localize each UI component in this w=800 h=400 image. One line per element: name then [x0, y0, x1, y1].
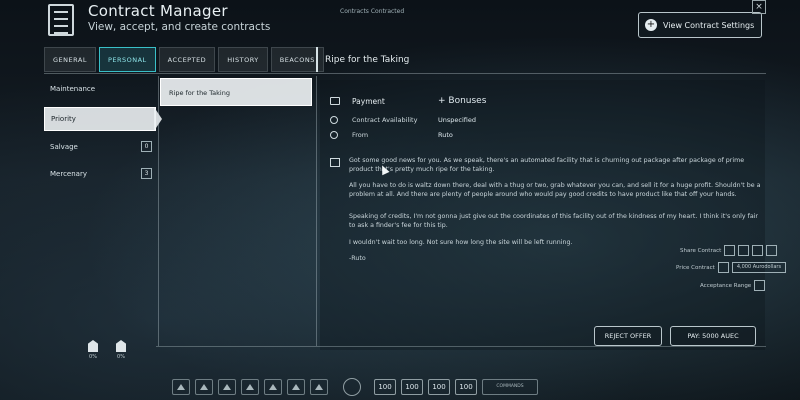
message-icon	[330, 158, 340, 167]
toolbar-icon[interactable]	[195, 379, 213, 395]
sidebar-item-mercenary[interactable]: Mercenary 3	[44, 162, 156, 186]
pay-button[interactable]: PAY: 5000 AUEC	[670, 326, 756, 346]
reject-offer-button[interactable]: REJECT OFFER	[594, 326, 662, 346]
subheader-divider	[316, 47, 318, 72]
availability-row: Contract Availability Unspecified	[330, 116, 476, 124]
indicator-label: 0%	[117, 354, 125, 360]
plus-icon: +	[645, 19, 657, 31]
indicator-label: 0%	[89, 354, 97, 360]
sidebar-item-label: Salvage	[50, 143, 78, 151]
panel-bottom-rule	[156, 346, 766, 347]
from-label: From	[352, 131, 369, 139]
contract-body-paragraph: All you have to do is waltz down there, …	[349, 182, 761, 198]
toolbar-value[interactable]: 100	[374, 379, 396, 395]
toolbar-icon[interactable]	[264, 379, 282, 395]
share-option-box[interactable]	[766, 245, 778, 256]
sidebar-item-maintenance[interactable]: Maintenance	[44, 77, 156, 101]
share-contract-label: Share Contract	[680, 247, 722, 254]
view-contract-settings-button[interactable]: + View Contract Settings	[638, 12, 762, 38]
contract-list-item[interactable]: Ripe for the Taking	[160, 78, 312, 106]
beacon-icon	[116, 340, 126, 352]
share-option-box[interactable]	[724, 245, 736, 256]
price-contract-row: Price Contract 4,000 Aurodollars	[676, 262, 787, 273]
detail-divider	[316, 76, 317, 346]
price-option-box[interactable]	[717, 262, 729, 273]
payment-value: + Bonuses	[438, 96, 487, 106]
toolbar-value[interactable]: 100	[428, 379, 450, 395]
toolbar-icon[interactable]	[172, 379, 190, 395]
sidebar-item-label: Maintenance	[50, 85, 96, 93]
payment-row: Payment + Bonuses	[330, 96, 486, 106]
bottom-toolbar: 100 100 100 100 COMMANDS	[172, 378, 538, 396]
indicator-right: 0%	[116, 340, 126, 360]
sidebar-item-label: Priority	[51, 115, 76, 123]
page-subtitle: View, accept, and create contracts	[88, 21, 271, 33]
payment-label: Payment	[352, 96, 385, 106]
price-value-field[interactable]: 4,000 Aurodollars	[731, 262, 787, 273]
availability-label: Contract Availability	[352, 116, 418, 124]
availability-value: Unspecified	[438, 116, 476, 124]
person-icon	[330, 131, 338, 139]
sidebar-item-priority[interactable]: Priority	[44, 107, 156, 131]
acceptance-range-box[interactable]	[754, 280, 766, 291]
toolbar-value[interactable]: 100	[455, 379, 477, 395]
acceptance-range-row: Acceptance Range	[700, 280, 766, 291]
list-divider	[158, 76, 159, 346]
contract-body-paragraph: Speaking of credits, I'm not gonna just …	[349, 213, 759, 229]
price-contract-label: Price Contract	[676, 264, 715, 271]
view-contract-settings-label: View Contract Settings	[663, 20, 755, 30]
count-badge: 0	[141, 141, 152, 152]
tab-bar: GENERAL PERSONAL ACCEPTED HISTORY BEACON…	[44, 47, 324, 72]
contract-body-paragraph: Got some good news for you. As we speak,…	[349, 157, 745, 173]
share-option-box[interactable]	[738, 245, 750, 256]
share-option-box[interactable]	[752, 245, 764, 256]
tab-history[interactable]: HISTORY	[218, 47, 268, 72]
count-badge: 3	[141, 168, 152, 179]
tab-personal[interactable]: PERSONAL	[98, 47, 156, 72]
sidebar-item-label: Mercenary	[50, 170, 87, 178]
from-value: Ruto	[438, 131, 453, 139]
contract-title-header: Ripe for the Taking	[325, 55, 410, 65]
close-icon[interactable]: ×	[752, 0, 766, 14]
share-contract-row: Share Contract	[680, 245, 778, 256]
clock-icon	[330, 116, 338, 124]
toolbar-icon[interactable]	[310, 379, 328, 395]
payment-icon	[330, 97, 340, 105]
toolbar-value[interactable]: 100	[401, 379, 423, 395]
toolbar-icon[interactable]	[287, 379, 305, 395]
beacon-icon	[88, 340, 98, 352]
header-divider	[44, 73, 766, 74]
toolbar-icon[interactable]	[241, 379, 259, 395]
tab-general[interactable]: GENERAL	[44, 47, 96, 72]
from-row: From Ruto	[330, 131, 453, 139]
power-dial-icon[interactable]	[343, 378, 361, 396]
tab-accepted[interactable]: ACCEPTED	[158, 47, 216, 72]
acceptance-range-label: Acceptance Range	[700, 282, 752, 289]
page-title: Contract Manager	[88, 2, 228, 20]
contract-list-item-title: Ripe for the Taking	[169, 89, 230, 97]
toolbar-commands-button[interactable]: COMMANDS	[482, 379, 538, 395]
contract-manager-icon	[48, 4, 74, 36]
header-status-text: Contracts Contracted	[340, 8, 405, 15]
sidebar-item-salvage[interactable]: Salvage 0	[44, 135, 156, 159]
indicator-left: 0%	[88, 340, 98, 360]
toolbar-icon[interactable]	[218, 379, 236, 395]
